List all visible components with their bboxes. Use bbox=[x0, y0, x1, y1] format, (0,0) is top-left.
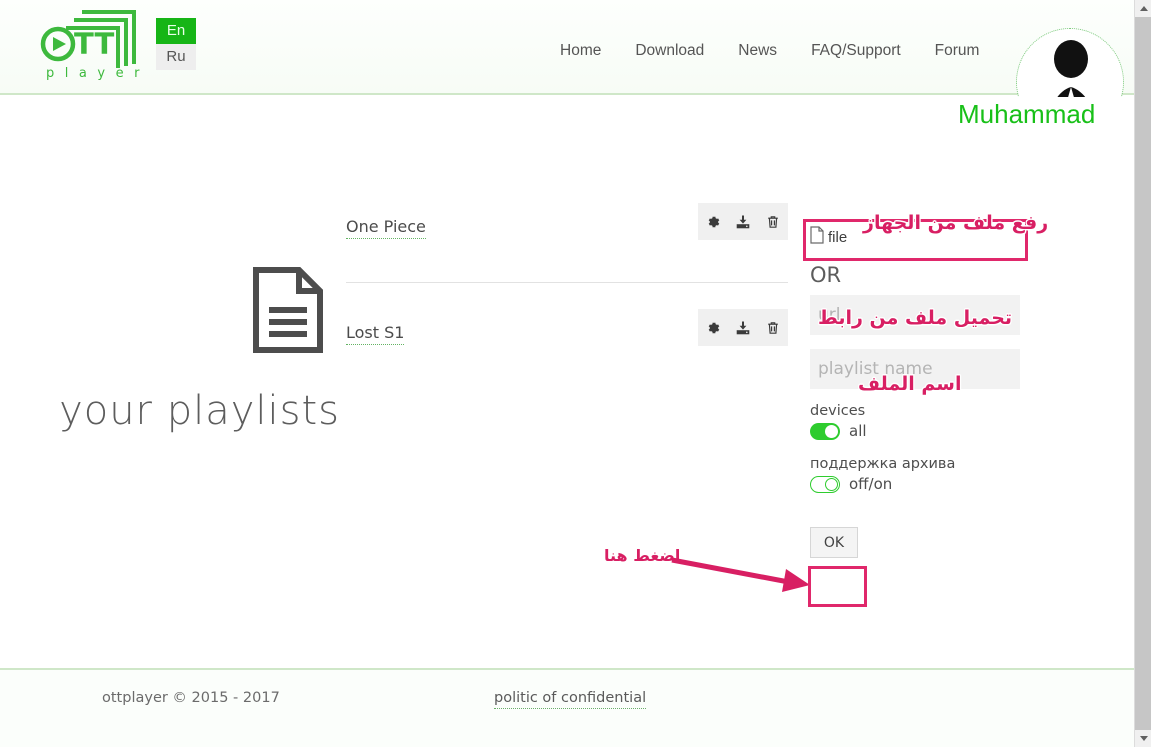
url-input[interactable] bbox=[810, 295, 1020, 335]
main-content: your playlists One Piece Lost S1 file OR… bbox=[0, 97, 1134, 668]
devices-toggle-label: all bbox=[849, 422, 867, 440]
nav-faq-support[interactable]: FAQ/Support bbox=[811, 42, 901, 60]
toggle-knob bbox=[825, 424, 838, 438]
playlist-action-group bbox=[698, 309, 788, 346]
devices-toggle-row: all bbox=[810, 422, 1025, 440]
file-page-icon bbox=[810, 226, 824, 248]
archive-toggle-row: off/on bbox=[810, 475, 1025, 493]
trash-icon[interactable] bbox=[762, 317, 784, 339]
gear-icon[interactable] bbox=[702, 317, 724, 339]
archive-support-label: поддержка архива bbox=[810, 456, 956, 472]
logo-wordmark: p l a y e r bbox=[46, 66, 143, 81]
document-lines-icon bbox=[252, 267, 324, 358]
language-switcher[interactable]: En Ru bbox=[156, 18, 196, 70]
table-row: Lost S1 bbox=[346, 282, 788, 387]
chevron-down-icon[interactable] bbox=[1135, 730, 1151, 747]
ott-player-logo-icon: TT bbox=[40, 10, 136, 68]
file-upload-label: file bbox=[828, 228, 848, 246]
download-icon[interactable] bbox=[732, 211, 754, 233]
site-header: TT p l a y e r En Ru Home Download News … bbox=[0, 0, 1134, 136]
download-icon[interactable] bbox=[732, 317, 754, 339]
file-upload-button[interactable]: file bbox=[810, 217, 1025, 257]
lang-option-ru[interactable]: Ru bbox=[156, 44, 196, 70]
site-footer: ottplayer © 2015 - 2017 politic of confi… bbox=[0, 668, 1134, 747]
ott-player-logo[interactable]: TT p l a y e r bbox=[38, 8, 158, 90]
gear-icon[interactable] bbox=[702, 211, 724, 233]
playlist-list: One Piece Lost S1 bbox=[346, 177, 788, 387]
trash-icon[interactable] bbox=[762, 211, 784, 233]
nav-home[interactable]: Home bbox=[560, 42, 601, 60]
nav-news[interactable]: News bbox=[738, 42, 777, 60]
archive-toggle[interactable] bbox=[810, 475, 840, 493]
devices-toggle[interactable] bbox=[810, 422, 840, 440]
svg-text:TT: TT bbox=[74, 27, 114, 61]
chevron-up-icon[interactable] bbox=[1135, 0, 1151, 17]
username-label: Muhammad bbox=[958, 99, 1096, 129]
archive-toggle-label: off/on bbox=[849, 475, 893, 493]
toggle-knob bbox=[825, 477, 838, 491]
playlist-name[interactable]: One Piece bbox=[346, 217, 426, 239]
scrollbar-thumb[interactable] bbox=[1135, 17, 1151, 730]
page-title: your playlists bbox=[59, 388, 340, 434]
nav-download[interactable]: Download bbox=[635, 42, 704, 60]
playlist-action-group bbox=[698, 203, 788, 240]
playlist-name[interactable]: Lost S1 bbox=[346, 323, 405, 345]
upload-panel: file OR devices all поддержка архива off… bbox=[810, 217, 1025, 558]
lang-option-en[interactable]: En bbox=[156, 18, 196, 44]
vertical-scrollbar[interactable] bbox=[1134, 0, 1151, 747]
page-viewport: TT p l a y e r En Ru Home Download News … bbox=[0, 0, 1134, 747]
or-separator-label: OR bbox=[810, 263, 842, 287]
nav-forum[interactable]: Forum bbox=[935, 42, 980, 60]
ok-button[interactable]: OK bbox=[810, 527, 858, 558]
privacy-policy-link[interactable]: politic of confidential bbox=[494, 690, 647, 709]
devices-label: devices bbox=[810, 403, 866, 419]
copyright-text: ottplayer © 2015 - 2017 bbox=[102, 690, 280, 706]
main-navigation: Home Download News FAQ/Support Forum bbox=[560, 42, 979, 60]
playlist-name-input[interactable] bbox=[810, 349, 1020, 389]
table-row: One Piece bbox=[346, 177, 788, 282]
